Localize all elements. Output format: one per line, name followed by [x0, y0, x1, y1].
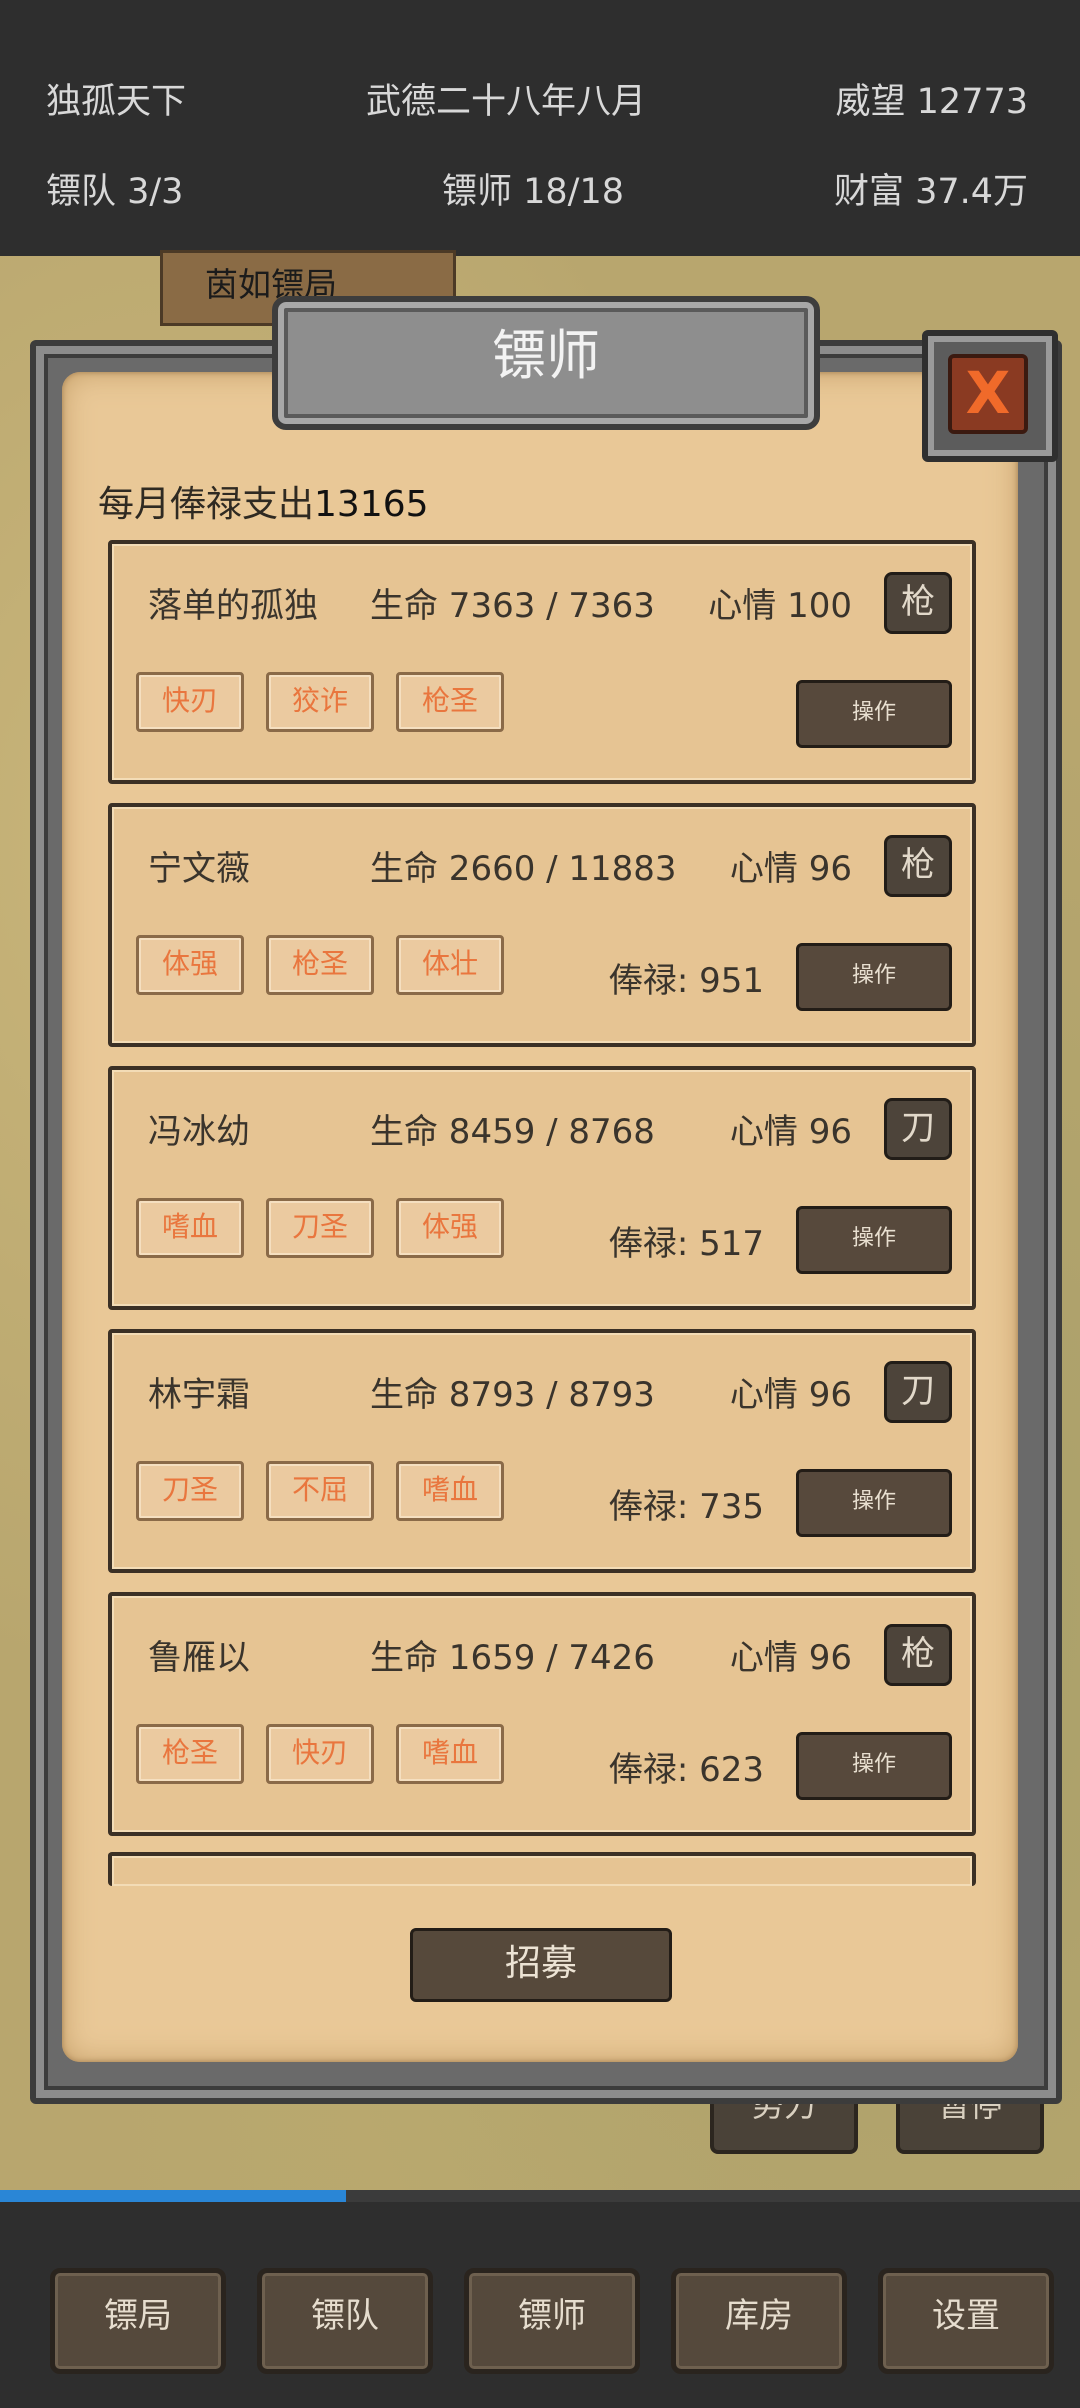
prestige-value: 威望 12773 — [835, 82, 1028, 122]
weapon-badge[interactable]: 枪 — [884, 572, 952, 634]
trait-tag[interactable]: 嗜血 — [396, 1461, 504, 1521]
escort-name: 林宇霜 — [148, 1375, 250, 1415]
escort-hp: 生命 1659 / 7426 — [370, 1638, 655, 1678]
escort-card: 落单的孤独 生命 7363 / 7363 心情 100 枪快刃 狡诈 枪圣 操作 — [108, 540, 976, 784]
trait-tag[interactable]: 刀圣 — [266, 1198, 374, 1258]
operate-button[interactable]: 操作 — [796, 1206, 952, 1274]
status-bar: 独孤天下 武德二十八年八月 威望 12773 镖队 3/3 镖师 18/18 财… — [0, 0, 1080, 256]
escort-hp: 生命 7363 / 7363 — [370, 586, 655, 626]
team-count: 镖队 3/3 — [46, 172, 184, 212]
trait-tag[interactable]: 体强 — [136, 935, 244, 995]
close-button[interactable]: X — [922, 330, 1058, 462]
escort-card: 鲁雁以 生命 1659 / 7426 心情 96 枪枪圣 快刃 嗜血 俸禄: 623 操作 — [108, 1592, 976, 1836]
dialog-title: 镖师 — [272, 296, 820, 430]
escort-hp: 生命 8793 / 8793 — [370, 1375, 655, 1415]
escort-card-partial — [108, 1852, 976, 1886]
weapon-badge[interactable]: 刀 — [884, 1361, 952, 1423]
nav-escorts[interactable]: 镖师 — [464, 2268, 640, 2374]
game-date: 武德二十八年八月 — [366, 82, 647, 122]
trait-tag[interactable]: 枪圣 — [266, 935, 374, 995]
nav-guild[interactable]: 镖局 — [50, 2268, 226, 2374]
trait-tag[interactable]: 体强 — [396, 1198, 504, 1258]
escort-name: 宁文薇 — [148, 849, 250, 889]
escort-mood: 心情 96 — [729, 849, 852, 889]
weapon-badge[interactable]: 刀 — [884, 1098, 952, 1160]
trait-tag[interactable]: 嗜血 — [136, 1198, 244, 1258]
trait-tag[interactable]: 枪圣 — [396, 672, 504, 732]
operate-button[interactable]: 操作 — [796, 1732, 952, 1800]
time-progress-bar — [0, 2190, 1080, 2202]
escort-mood: 心情 100 — [708, 586, 852, 626]
trait-tag[interactable]: 快刃 — [266, 1724, 374, 1784]
operate-button[interactable]: 操作 — [796, 1469, 952, 1537]
escort-hp: 生命 2660 / 11883 — [370, 849, 677, 889]
nav-storage[interactable]: 库房 — [671, 2268, 847, 2374]
escort-mood: 心情 96 — [729, 1638, 852, 1678]
trait-tag[interactable]: 枪圣 — [136, 1724, 244, 1784]
escort-card: 冯冰幼 生命 8459 / 8768 心情 96 刀嗜血 刀圣 体强 俸禄: 517 操作 — [108, 1066, 976, 1310]
escort-hp: 生命 8459 / 8768 — [370, 1112, 655, 1152]
guild-name: 独孤天下 — [46, 82, 187, 122]
nav-settings[interactable]: 设置 — [878, 2268, 1054, 2374]
close-icon: X — [948, 354, 1028, 434]
monthly-salary: 每月俸禄支出13165 — [98, 475, 429, 527]
escort-name: 落单的孤独 — [148, 586, 318, 626]
operate-button[interactable]: 操作 — [796, 943, 952, 1011]
time-progress-fill — [0, 2190, 346, 2202]
trait-tag[interactable]: 狡诈 — [266, 672, 374, 732]
trait-tag[interactable]: 嗜血 — [396, 1724, 504, 1784]
trait-tag[interactable]: 刀圣 — [136, 1461, 244, 1521]
weapon-badge[interactable]: 枪 — [884, 835, 952, 897]
escort-count: 镖师 18/18 — [442, 172, 624, 212]
nav-teams[interactable]: 镖队 — [257, 2268, 433, 2374]
escort-card: 宁文薇 生命 2660 / 11883 心情 96 枪体强 枪圣 体壮 俸禄: 951 操作 — [108, 803, 976, 1047]
wealth-value: 财富 37.4万 — [833, 172, 1028, 212]
trait-tag[interactable]: 体壮 — [396, 935, 504, 995]
salary-total: 13165 — [314, 484, 429, 525]
operate-button[interactable]: 操作 — [796, 680, 952, 748]
recruit-button[interactable]: 招募 — [410, 1928, 672, 2002]
trait-tag[interactable]: 不屈 — [266, 1461, 374, 1521]
escort-mood: 心情 96 — [729, 1112, 852, 1152]
escort-salary: 俸禄: 735 — [608, 1487, 764, 1527]
escort-salary: 俸禄: 517 — [608, 1224, 764, 1264]
bottom-nav: 镖局 镖队 镖师 库房 设置 — [0, 2202, 1080, 2408]
escort-mood: 心情 96 — [729, 1375, 852, 1415]
escort-name: 冯冰幼 — [148, 1112, 250, 1152]
escort-salary: 俸禄: 951 — [608, 961, 764, 1001]
trait-tag[interactable]: 快刃 — [136, 672, 244, 732]
escort-name: 鲁雁以 — [148, 1638, 250, 1678]
escort-salary: 俸禄: 623 — [608, 1750, 764, 1790]
escort-card: 林宇霜 生命 8793 / 8793 心情 96 刀刀圣 不屈 嗜血 俸禄: 735 操作 — [108, 1329, 976, 1573]
weapon-badge[interactable]: 枪 — [884, 1624, 952, 1686]
salary-label: 每月俸禄支出 — [98, 484, 315, 525]
